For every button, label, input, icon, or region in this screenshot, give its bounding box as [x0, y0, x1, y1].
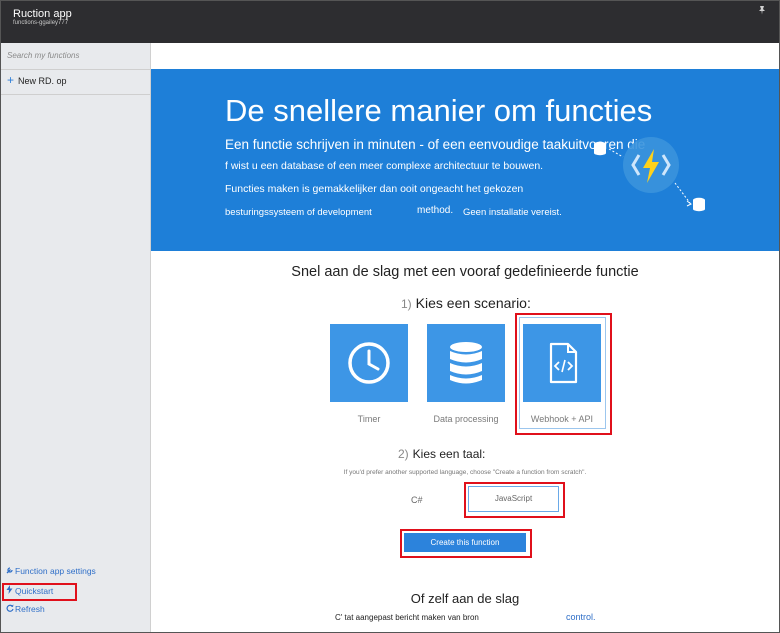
new-function-button[interactable]: + New RD. op — [1, 70, 150, 95]
hero-line-1: Een functie schrijven in minuten - of ee… — [225, 137, 646, 152]
hero-title: De snellere manier om functies — [225, 93, 653, 128]
refresh-label: Refresh — [15, 604, 45, 614]
function-app-settings-label: Function app settings — [15, 566, 96, 576]
scenario-tile-data-processing[interactable] — [427, 324, 505, 402]
database-icon — [450, 342, 482, 384]
new-function-label: New RD. op — [18, 76, 67, 86]
step-1-heading: 1) Kies een scenario: — [401, 295, 531, 311]
wrench-icon — [6, 566, 15, 576]
top-bar: Ruction app functions-ggailey777 — [1, 1, 779, 43]
function-app-settings-link[interactable]: Function app settings — [6, 566, 96, 576]
plus-icon: + — [7, 73, 15, 87]
scenario-label-data-processing: Data processing — [433, 414, 499, 424]
scenario-tile-webhook-api[interactable] — [523, 324, 601, 402]
step-2-label: Kies een taal: — [412, 447, 486, 461]
quickstart-highlight — [2, 583, 77, 601]
scenario-label-webhook-api: Webhook + API — [530, 414, 594, 424]
own-start-text: C' tat aangepast bericht maken van bron — [335, 613, 479, 622]
hero-line-3: Functies maken is gemakkelijker dan ooit… — [225, 183, 524, 195]
scenario-tile-timer[interactable] — [330, 324, 408, 402]
language-hint: If you'd prefer another supported langua… — [343, 469, 587, 476]
scenario-label-timer: Timer — [357, 414, 381, 424]
create-function-button[interactable]: Create this function — [404, 533, 526, 552]
hero-line-4c: Geen installatie vereist. — [463, 207, 562, 218]
app-subtitle: functions-ggailey777 — [13, 20, 69, 26]
refresh-link[interactable]: Refresh — [6, 604, 45, 614]
sidebar: + New RD. op Function app settings Quick… — [1, 43, 151, 632]
step-2-number: 2) — [398, 447, 409, 461]
app-title: Ruction app — [13, 8, 72, 20]
quickstart-title: Snel aan de slag met een vooraf gedefini… — [291, 264, 639, 280]
refresh-icon — [6, 604, 15, 614]
hero-line-4a: besturingssysteem of development — [225, 207, 372, 218]
language-option-javascript[interactable]: JavaScript — [468, 486, 559, 512]
app-window: Ruction app functions-ggailey777 + New R… — [0, 0, 780, 633]
search-box — [1, 43, 150, 70]
step-1-number: 1) — [401, 297, 412, 311]
search-input[interactable] — [5, 50, 149, 61]
step-2-heading: 2) Kies een taal: — [398, 447, 485, 461]
source-control-link[interactable]: control. — [566, 612, 596, 622]
code-file-icon — [549, 342, 578, 384]
clock-icon — [348, 342, 390, 384]
hero-banner: De snellere manier om functies Een funct… — [151, 69, 779, 251]
hero-line-4b: method. — [417, 205, 454, 216]
own-start-title: Of zelf aan de slag — [410, 591, 520, 606]
step-1-label: Kies een scenario: — [415, 295, 531, 311]
pin-icon[interactable] — [757, 5, 767, 18]
hero-line-2: f wist u een database of een meer comple… — [225, 160, 544, 172]
language-option-csharp[interactable]: C# — [411, 495, 423, 505]
main-content: De snellere manier om functies Een funct… — [151, 43, 779, 632]
functions-graphic-icon — [587, 137, 717, 215]
